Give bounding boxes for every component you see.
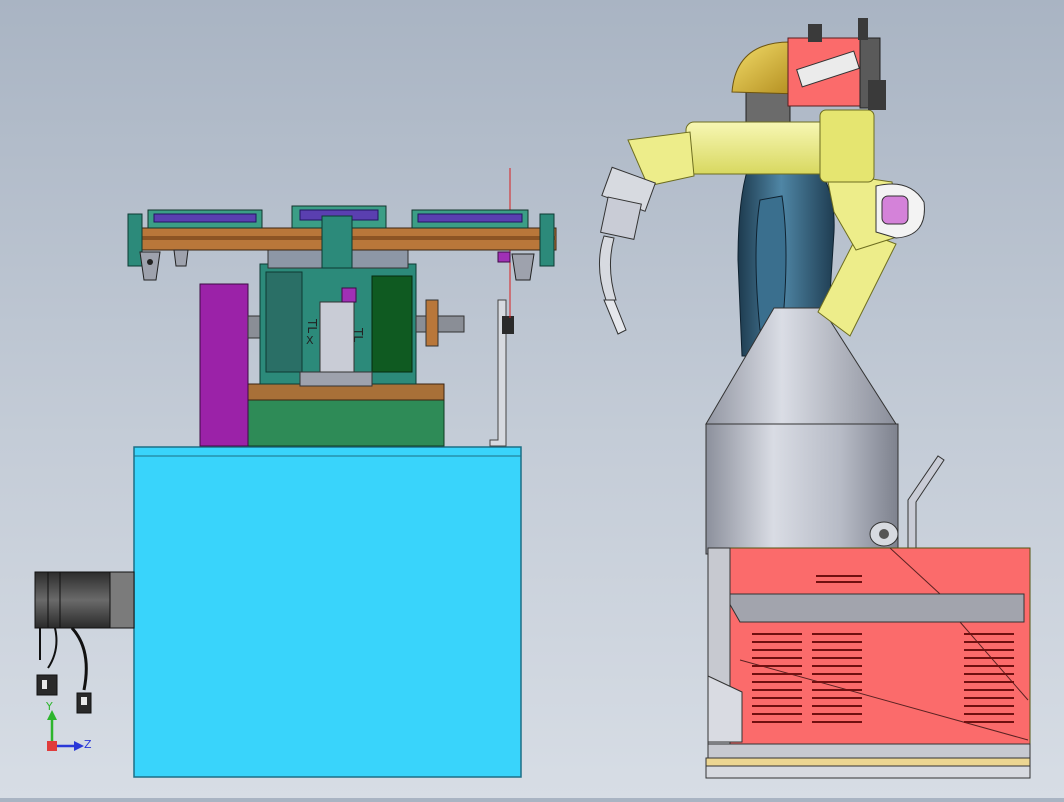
robot-joint-motor-cap — [881, 195, 909, 225]
fixture-base-block — [247, 397, 445, 447]
sensor-head — [502, 316, 514, 334]
fixture-label-a: TL — [305, 318, 319, 333]
cad-scene[interactable]: TL X TL Y Z — [0, 0, 1064, 798]
robot-controller — [707, 547, 1031, 745]
wire-drum-cylinder — [705, 423, 899, 555]
cad-viewport[interactable]: TL X TL Y Z — [0, 0, 1064, 798]
welding-torch — [598, 166, 656, 335]
controller-pallet — [705, 757, 1031, 767]
fixture-assembly[interactable]: TL X TL — [34, 168, 557, 778]
drive-motor-purple — [199, 283, 249, 447]
base-cabinet — [133, 446, 522, 778]
controller-base — [707, 743, 1031, 759]
clamp-purple-small — [341, 287, 357, 303]
shaft-coupling — [425, 299, 439, 347]
servo-motor — [34, 571, 135, 714]
wire-drum-cone — [705, 307, 897, 425]
fixture-label-c: TL — [351, 327, 365, 342]
fixture-slider — [299, 371, 373, 387]
welding-robot-cell[interactable] — [598, 18, 1031, 779]
fixture-center-block — [319, 301, 355, 377]
fixture-label-b: X — [306, 334, 314, 347]
operator-face — [745, 91, 791, 125]
controller-foot — [705, 765, 1031, 779]
fixture-left-panel — [265, 271, 303, 373]
robot-joint-housing — [819, 109, 875, 183]
exhaust-pipe — [907, 455, 945, 553]
triad-z-label: Z — [84, 738, 92, 751]
triad-y-label: Y — [45, 700, 53, 713]
wire-feeder — [787, 18, 886, 110]
fixture-dark-panel — [371, 275, 413, 373]
drive-shaft-right — [415, 315, 465, 333]
